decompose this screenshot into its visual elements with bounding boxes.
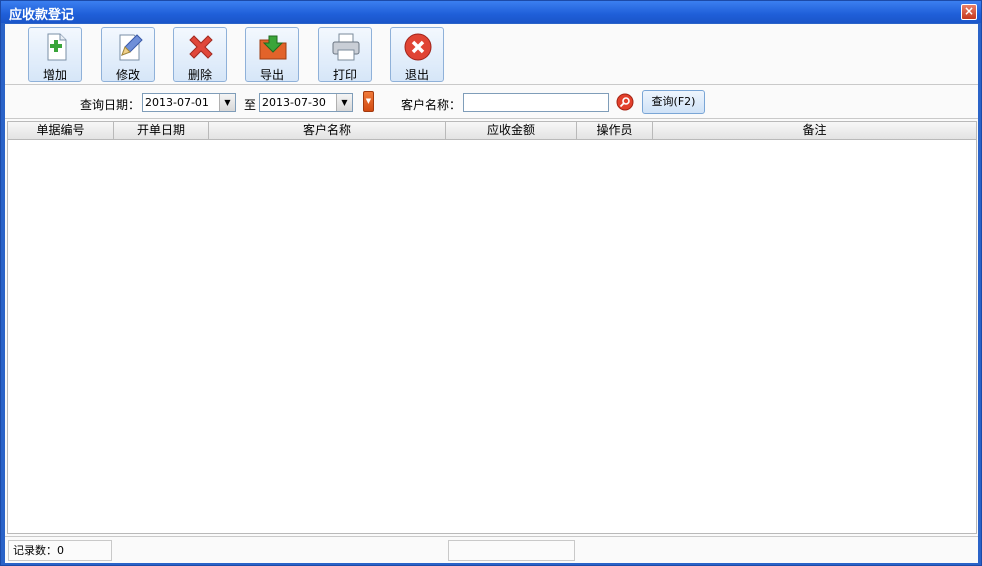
- date-range-toggle-icon[interactable]: ▼: [363, 91, 374, 112]
- to-label: 至: [244, 98, 257, 112]
- add-document-icon: [47, 33, 67, 61]
- column-header[interactable]: 应收金额: [446, 122, 577, 139]
- printer-icon: [332, 33, 360, 61]
- date-to-picker[interactable]: 2013-07-30 ▼: [259, 93, 353, 112]
- edit-button[interactable]: 修改: [101, 27, 155, 82]
- date-from-value: 2013-07-01: [145, 96, 209, 109]
- edit-button-label: 修改: [115, 68, 140, 82]
- exit-button-label: 退出: [404, 68, 429, 82]
- column-header[interactable]: 单据编号: [8, 122, 114, 139]
- query-button[interactable]: 查询(F2): [642, 90, 705, 114]
- add-button[interactable]: 增加: [28, 27, 82, 82]
- app-window: 应收款登记 × 增加 修改 删除 导出 打印 退出 查询日期： 2013-07-…: [0, 0, 982, 566]
- column-header[interactable]: 开单日期: [114, 122, 209, 139]
- date-to-value: 2013-07-30: [262, 96, 326, 109]
- grid-header: 单据编号 开单日期 客户名称 应收金额 操作员 备注: [8, 122, 976, 140]
- customer-label: 客户名称：: [401, 98, 462, 112]
- column-header[interactable]: 操作员: [577, 122, 653, 139]
- delete-button[interactable]: 删除: [173, 27, 227, 82]
- search-icon[interactable]: [616, 93, 634, 111]
- record-count: 记录数：0: [8, 540, 112, 561]
- toolbar: 增加 修改 删除 导出 打印 退出: [5, 24, 978, 85]
- delete-x-icon: [189, 35, 213, 59]
- window-title: 应收款登记: [9, 8, 75, 23]
- exit-button[interactable]: 退出: [390, 27, 444, 82]
- column-header[interactable]: 备注: [653, 122, 976, 139]
- filter-bar: 查询日期： 2013-07-01 ▼ 至 2013-07-30 ▼ ▼ 客户名称…: [5, 86, 978, 119]
- print-button[interactable]: 打印: [318, 27, 372, 82]
- export-button-label: 导出: [259, 68, 284, 82]
- chevron-down-icon[interactable]: ▼: [219, 94, 235, 111]
- close-button[interactable]: ×: [961, 4, 977, 20]
- status-bar: 记录数：0: [5, 536, 978, 563]
- add-button-label: 增加: [42, 68, 67, 82]
- title-bar[interactable]: 应收款登记 ×: [1, 1, 981, 23]
- data-grid[interactable]: 单据编号 开单日期 客户名称 应收金额 操作员 备注: [7, 121, 977, 534]
- date-from-picker[interactable]: 2013-07-01 ▼: [142, 93, 236, 112]
- column-header[interactable]: 客户名称: [209, 122, 446, 139]
- delete-button-label: 删除: [187, 68, 212, 82]
- status-middle-panel: [448, 540, 575, 561]
- exit-icon: [404, 33, 432, 61]
- window-client: 增加 修改 删除 导出 打印 退出 查询日期： 2013-07-01 ▼ 至 2…: [5, 24, 978, 563]
- chevron-down-icon[interactable]: ▼: [336, 94, 352, 111]
- export-button[interactable]: 导出: [245, 27, 299, 82]
- customer-input[interactable]: [463, 93, 609, 112]
- date-label: 查询日期：: [80, 98, 141, 112]
- export-folder-icon: [259, 35, 287, 60]
- edit-pencil-icon: [119, 34, 143, 61]
- print-button-label: 打印: [332, 68, 357, 82]
